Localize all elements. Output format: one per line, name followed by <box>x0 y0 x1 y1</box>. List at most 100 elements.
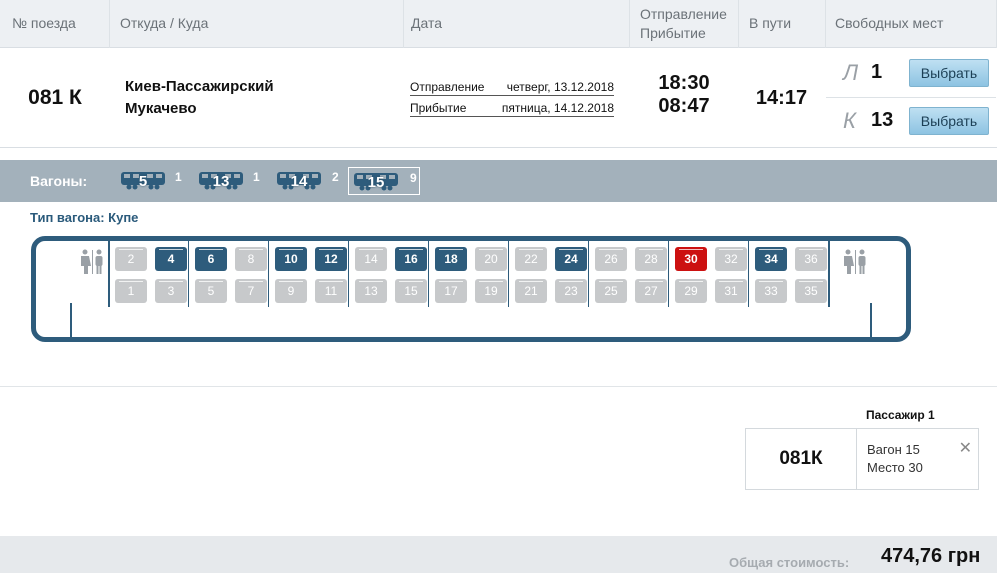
route: Киев-Пассажирский Мукачево <box>125 76 274 120</box>
seat-5[interactable]: 5 <box>195 279 227 303</box>
wagon-free-count: 9 <box>410 171 417 185</box>
departure-date: четверг, 13.12.2018 <box>506 80 614 94</box>
passenger-title: Пассажир 1 <box>866 408 935 422</box>
class-letter-l: Л <box>843 60 859 85</box>
wagon-number: 15 <box>367 174 385 191</box>
seat-25[interactable]: 25 <box>595 279 627 303</box>
departure-date-line: Отправление четверг, 13.12.2018 <box>410 78 614 96</box>
seat-19[interactable]: 19 <box>475 279 507 303</box>
seat-11[interactable]: 11 <box>315 279 347 303</box>
route-to: Мукачево <box>125 100 197 117</box>
col-departure: Отправление <box>640 6 727 22</box>
train-number: 081 К <box>28 86 82 109</box>
times: 18:30 08:47 <box>630 72 738 118</box>
wagon-number: 13 <box>212 173 230 190</box>
seat-29[interactable]: 29 <box>675 279 707 303</box>
seat-27[interactable]: 27 <box>635 279 667 303</box>
compartment-divider <box>748 241 749 307</box>
wagons-bar: Вагоны: 5 1 13 1 14 2 15 9 <box>0 160 997 202</box>
total-value: 474,76 грн <box>881 545 981 567</box>
seat-24[interactable]: 24 <box>555 247 587 271</box>
route-from: Киев-Пассажирский <box>125 78 274 95</box>
seat-32[interactable]: 32 <box>715 247 747 271</box>
wagon-tab-14[interactable]: 14 2 <box>274 167 342 195</box>
wagon-number: 5 <box>138 173 148 190</box>
compartment-divider <box>588 241 589 307</box>
seat-12[interactable]: 12 <box>315 247 347 271</box>
wagon-tab-13[interactable]: 13 1 <box>196 167 264 195</box>
seat-23[interactable]: 23 <box>555 279 587 303</box>
class-letter-k: К <box>843 108 856 133</box>
wagon-free-count: 2 <box>332 170 339 184</box>
car-plan: 2 4 6 8 10 12 14 16 18 20 22 24 26 28 30 32 34 36 1 3 5 7 9 11 1… <box>31 236 911 342</box>
passenger-seat-info: Вагон 15 Место 30 <box>867 441 923 477</box>
compartment-divider <box>188 241 189 307</box>
compartment-divider <box>870 303 872 337</box>
class-count-k: 13 <box>871 109 894 131</box>
compartment-divider <box>428 241 429 307</box>
wc-icon <box>78 249 106 275</box>
seat-2[interactable]: 2 <box>115 247 147 271</box>
arrival-date-label: Прибытие <box>410 101 467 115</box>
arrival-date: пятница, 14.12.2018 <box>501 101 614 115</box>
seat-33[interactable]: 33 <box>755 279 787 303</box>
seat-35[interactable]: 35 <box>795 279 827 303</box>
seat-16[interactable]: 16 <box>395 247 427 271</box>
choose-button-l[interactable]: Выбрать <box>909 59 989 87</box>
total-label: Общая стоимость: <box>729 555 850 570</box>
wagon-free-count: 1 <box>175 170 182 184</box>
passenger-card: 081К Вагон 15 Место 30 ✕ <box>745 428 979 490</box>
wc-icon <box>841 249 869 275</box>
seat-9[interactable]: 9 <box>275 279 307 303</box>
travel-duration: 14:17 <box>755 86 808 109</box>
seat-17[interactable]: 17 <box>435 279 467 303</box>
seat-14[interactable]: 14 <box>355 247 387 271</box>
wagon-free-count: 1 <box>253 170 260 184</box>
passenger-train: 081К <box>746 429 857 489</box>
wagon-tab-5[interactable]: 5 1 <box>118 167 184 195</box>
compartment-divider <box>508 241 509 307</box>
departure-time: 18:30 <box>658 72 710 94</box>
seat-4[interactable]: 4 <box>155 247 187 271</box>
wagon-type: Тип вагона: Купе <box>30 210 139 225</box>
seat-21[interactable]: 21 <box>515 279 547 303</box>
seat-22[interactable]: 22 <box>515 247 547 271</box>
seat-26[interactable]: 26 <box>595 247 627 271</box>
departure-date-label: Отправление <box>410 80 485 94</box>
arrival-date-line: Прибытие пятница, 14.12.2018 <box>410 99 614 117</box>
seat-8[interactable]: 8 <box>235 247 267 271</box>
passenger-wagon: Вагон 15 <box>867 442 920 457</box>
compartment-divider <box>828 241 830 307</box>
wagons-label: Вагоны: <box>30 173 88 189</box>
table-header: № поезда Откуда / Куда Дата Отправление … <box>0 0 997 48</box>
seat-3[interactable]: 3 <box>155 279 187 303</box>
compartment-divider <box>108 241 110 307</box>
wagon-number: 14 <box>290 173 308 190</box>
seat-36[interactable]: 36 <box>795 247 827 271</box>
seat-15[interactable]: 15 <box>395 279 427 303</box>
col-departure-arrival: Отправление Прибытие <box>640 5 727 53</box>
close-icon[interactable]: ✕ <box>959 438 972 458</box>
seat-6[interactable]: 6 <box>195 247 227 271</box>
divider <box>826 97 996 98</box>
seat-1[interactable]: 1 <box>115 279 147 303</box>
seat-18[interactable]: 18 <box>435 247 467 271</box>
seat-13[interactable]: 13 <box>355 279 387 303</box>
train-row: 081 К Киев-Пассажирский Мукачево Отправл… <box>0 48 997 148</box>
arrival-time: 08:47 <box>658 95 710 117</box>
seat-31[interactable]: 31 <box>715 279 747 303</box>
compartment-divider <box>348 241 349 307</box>
seat-10[interactable]: 10 <box>275 247 307 271</box>
compartment-divider <box>668 241 669 307</box>
choose-button-k[interactable]: Выбрать <box>909 107 989 135</box>
class-count-l: 1 <box>871 61 883 83</box>
seat-30[interactable]: 30 <box>675 247 707 271</box>
compartment-divider <box>268 241 269 307</box>
seat-20[interactable]: 20 <box>475 247 507 271</box>
seat-7[interactable]: 7 <box>235 279 267 303</box>
compartment-divider <box>70 303 72 337</box>
col-arrival: Прибытие <box>640 25 706 41</box>
seat-34[interactable]: 34 <box>755 247 787 271</box>
wagon-tab-15-selected[interactable]: 15 9 <box>348 167 420 195</box>
seat-28[interactable]: 28 <box>635 247 667 271</box>
